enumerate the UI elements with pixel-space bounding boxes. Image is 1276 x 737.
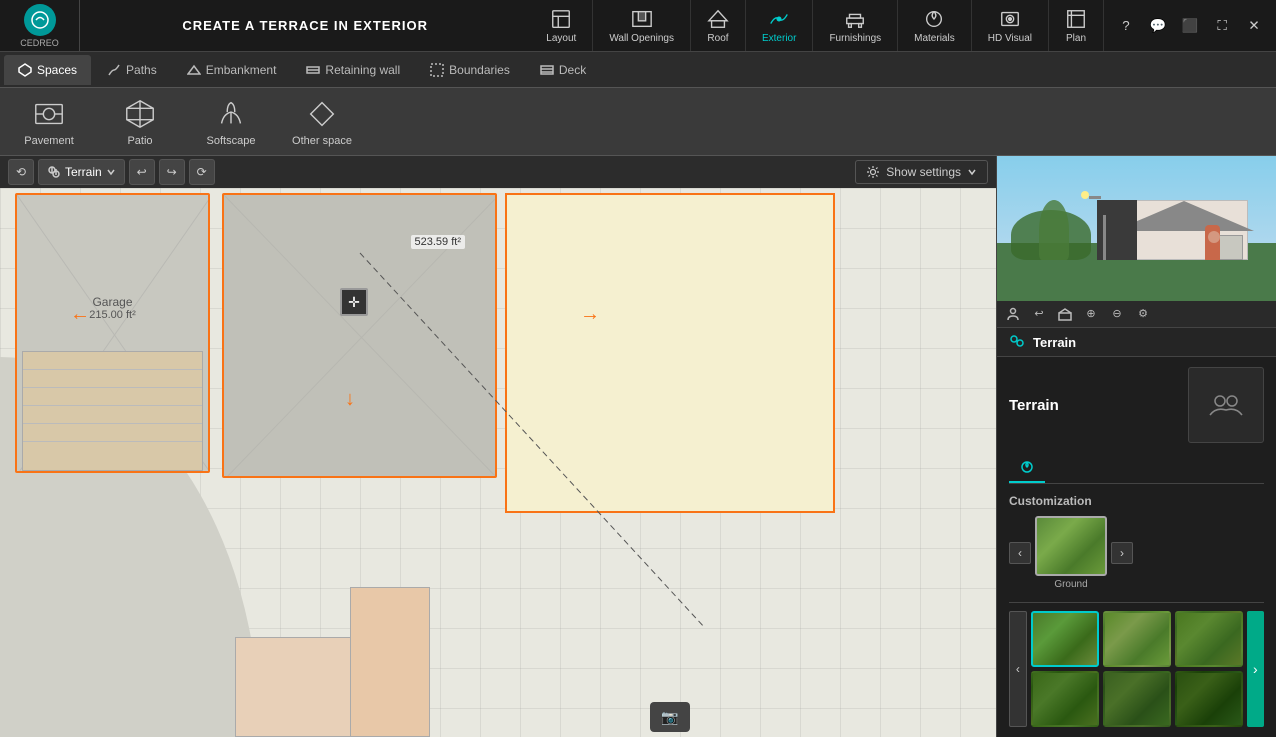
terrain-preview-icon <box>1206 385 1246 425</box>
texture-grid-next[interactable]: › <box>1247 611 1264 727</box>
tab-spaces[interactable]: Spaces <box>4 55 91 85</box>
prop-tab-style[interactable] <box>1009 453 1045 483</box>
garage-label: Garage 215.00 ft² <box>89 295 135 321</box>
toolbar-hd-visual[interactable]: HD Visual <box>972 0 1049 51</box>
garage-stripes <box>22 351 203 471</box>
arrow-down: ↓ <box>345 388 355 411</box>
carousel-prev[interactable]: ‹ <box>1009 542 1031 564</box>
logo-text: CEDREO <box>20 38 59 48</box>
texture-3[interactable] <box>1031 671 1099 727</box>
terrain-preview-box <box>1188 367 1264 443</box>
sidebar-tool-zoom-out[interactable]: ⊖ <box>1105 302 1129 326</box>
texture-1[interactable] <box>1103 611 1171 667</box>
properties-panel: Terrain Customization ‹ <box>997 357 1276 737</box>
yellow-area <box>505 193 835 513</box>
canvas-redo-button[interactable]: ↪ <box>159 159 185 185</box>
terrain-header: Terrain <box>997 328 1276 357</box>
sidebar-tool-undo[interactable]: ↩ <box>1027 302 1051 326</box>
toolbar-layout[interactable]: Layout <box>530 0 593 51</box>
show-settings-button[interactable]: Show settings <box>855 160 988 184</box>
space-other[interactable]: Other space <box>277 90 367 154</box>
terrain-title: Terrain <box>1009 397 1059 414</box>
space-patio[interactable]: Patio <box>95 90 185 154</box>
tab-deck[interactable]: Deck <box>526 55 600 85</box>
tab-retaining-wall[interactable]: Retaining wall <box>292 55 414 85</box>
space-softscape[interactable]: Softscape <box>186 90 276 154</box>
canvas-refresh-button[interactable]: ⟳ <box>189 159 215 185</box>
move-icon[interactable]: ✛ <box>340 288 368 316</box>
customization-title: Customization <box>1009 494 1264 508</box>
preview-3d <box>997 156 1276 301</box>
preview-scene <box>997 156 1276 301</box>
space-toolbar: Pavement Patio Softscape Other space <box>0 88 1276 156</box>
texture-grid <box>1031 611 1243 727</box>
prop-tabs <box>1009 453 1264 484</box>
divider <box>1009 602 1264 603</box>
app-title: CREATE A TERRACE IN EXTERIOR <box>80 18 530 33</box>
fullscreen-button[interactable]: ⛶ <box>1208 12 1236 40</box>
texture-4[interactable] <box>1103 671 1171 727</box>
toolbar-furnishings[interactable]: Furnishings <box>813 0 898 51</box>
garage-panel: Garage 215.00 ft² <box>15 193 210 473</box>
second-toolbar: Spaces Paths Embankment Retaining wall B… <box>0 52 1276 88</box>
camera-icon: 📷 <box>650 702 690 732</box>
terrain-title-row: Terrain <box>1009 367 1264 443</box>
canvas-reset-button[interactable]: ⟲ <box>8 159 34 185</box>
toolbar-exterior[interactable]: Exterior <box>746 0 813 51</box>
right-panel[interactable]: 523.59 ft² <box>222 193 497 478</box>
texture-0[interactable] <box>1031 611 1099 667</box>
arrow-left: ← <box>70 303 90 326</box>
toolbar-materials[interactable]: Materials <box>898 0 972 51</box>
texture-5[interactable] <box>1175 671 1243 727</box>
tab-paths[interactable]: Paths <box>93 55 171 85</box>
tab-embankment[interactable]: Embankment <box>173 55 291 85</box>
sidebar-toolbar: ↩ ⊕ ⊖ ⚙ <box>997 301 1276 328</box>
carousel-next[interactable]: › <box>1111 542 1133 564</box>
canvas-undo-button[interactable]: ↩ <box>129 159 155 185</box>
terrain-header-title: Terrain <box>1033 335 1076 350</box>
canvas-toolbar: ⟲ Terrain ↩ ↪ ⟳ Show settings <box>0 156 996 188</box>
toolbar-roof[interactable]: Roof <box>691 0 746 51</box>
share-button[interactable]: ⬛ <box>1176 12 1204 40</box>
texture-2[interactable] <box>1175 611 1243 667</box>
measurement-label: 523.59 ft² <box>411 235 465 249</box>
toolbar-wall-openings[interactable]: Wall Openings <box>593 0 691 51</box>
texture-grid-row: ‹ › <box>1009 611 1264 727</box>
main-area: ⟲ Terrain ↩ ↪ ⟳ Show settings <box>0 156 1276 737</box>
arrow-right: → <box>580 303 600 326</box>
terrain-header-icon <box>1009 334 1025 350</box>
texture-grid-prev[interactable]: ‹ <box>1009 611 1027 727</box>
right-sidebar: ↩ ⊕ ⊖ ⚙ Terrain Terrain <box>996 156 1276 737</box>
close-button[interactable]: ✕ <box>1240 12 1268 40</box>
texture-carousel: ‹ Ground › <box>1009 516 1264 590</box>
space-pavement[interactable]: Pavement <box>4 90 94 154</box>
help-button[interactable]: ? <box>1112 12 1140 40</box>
logo-area: CEDREO <box>0 0 80 51</box>
sidebar-tool-building[interactable] <box>1053 302 1077 326</box>
sidebar-tool-settings[interactable]: ⚙ <box>1131 302 1155 326</box>
sidebar-tool-person[interactable] <box>1001 302 1025 326</box>
chat-button[interactable]: 💬 <box>1144 12 1172 40</box>
logo-icon <box>24 4 56 36</box>
tab-boundaries[interactable]: Boundaries <box>416 55 524 85</box>
canvas-content[interactable]: Garage 215.00 ft² 52 <box>0 188 996 737</box>
right-toolbar-btns: ? 💬 ⬛ ⛶ ✕ <box>1104 12 1276 40</box>
texture-ground-option[interactable]: Ground <box>1035 516 1107 590</box>
canvas-area[interactable]: ⟲ Terrain ↩ ↪ ⟳ Show settings <box>0 156 996 737</box>
top-toolbar: CEDREO CREATE A TERRACE IN EXTERIOR Layo… <box>0 0 1276 52</box>
sidebar-tool-zoom-in[interactable]: ⊕ <box>1079 302 1103 326</box>
terrain-dropdown[interactable]: Terrain <box>38 159 125 185</box>
building-structure-2 <box>350 587 430 737</box>
toolbar-plan[interactable]: Plan <box>1049 0 1104 51</box>
